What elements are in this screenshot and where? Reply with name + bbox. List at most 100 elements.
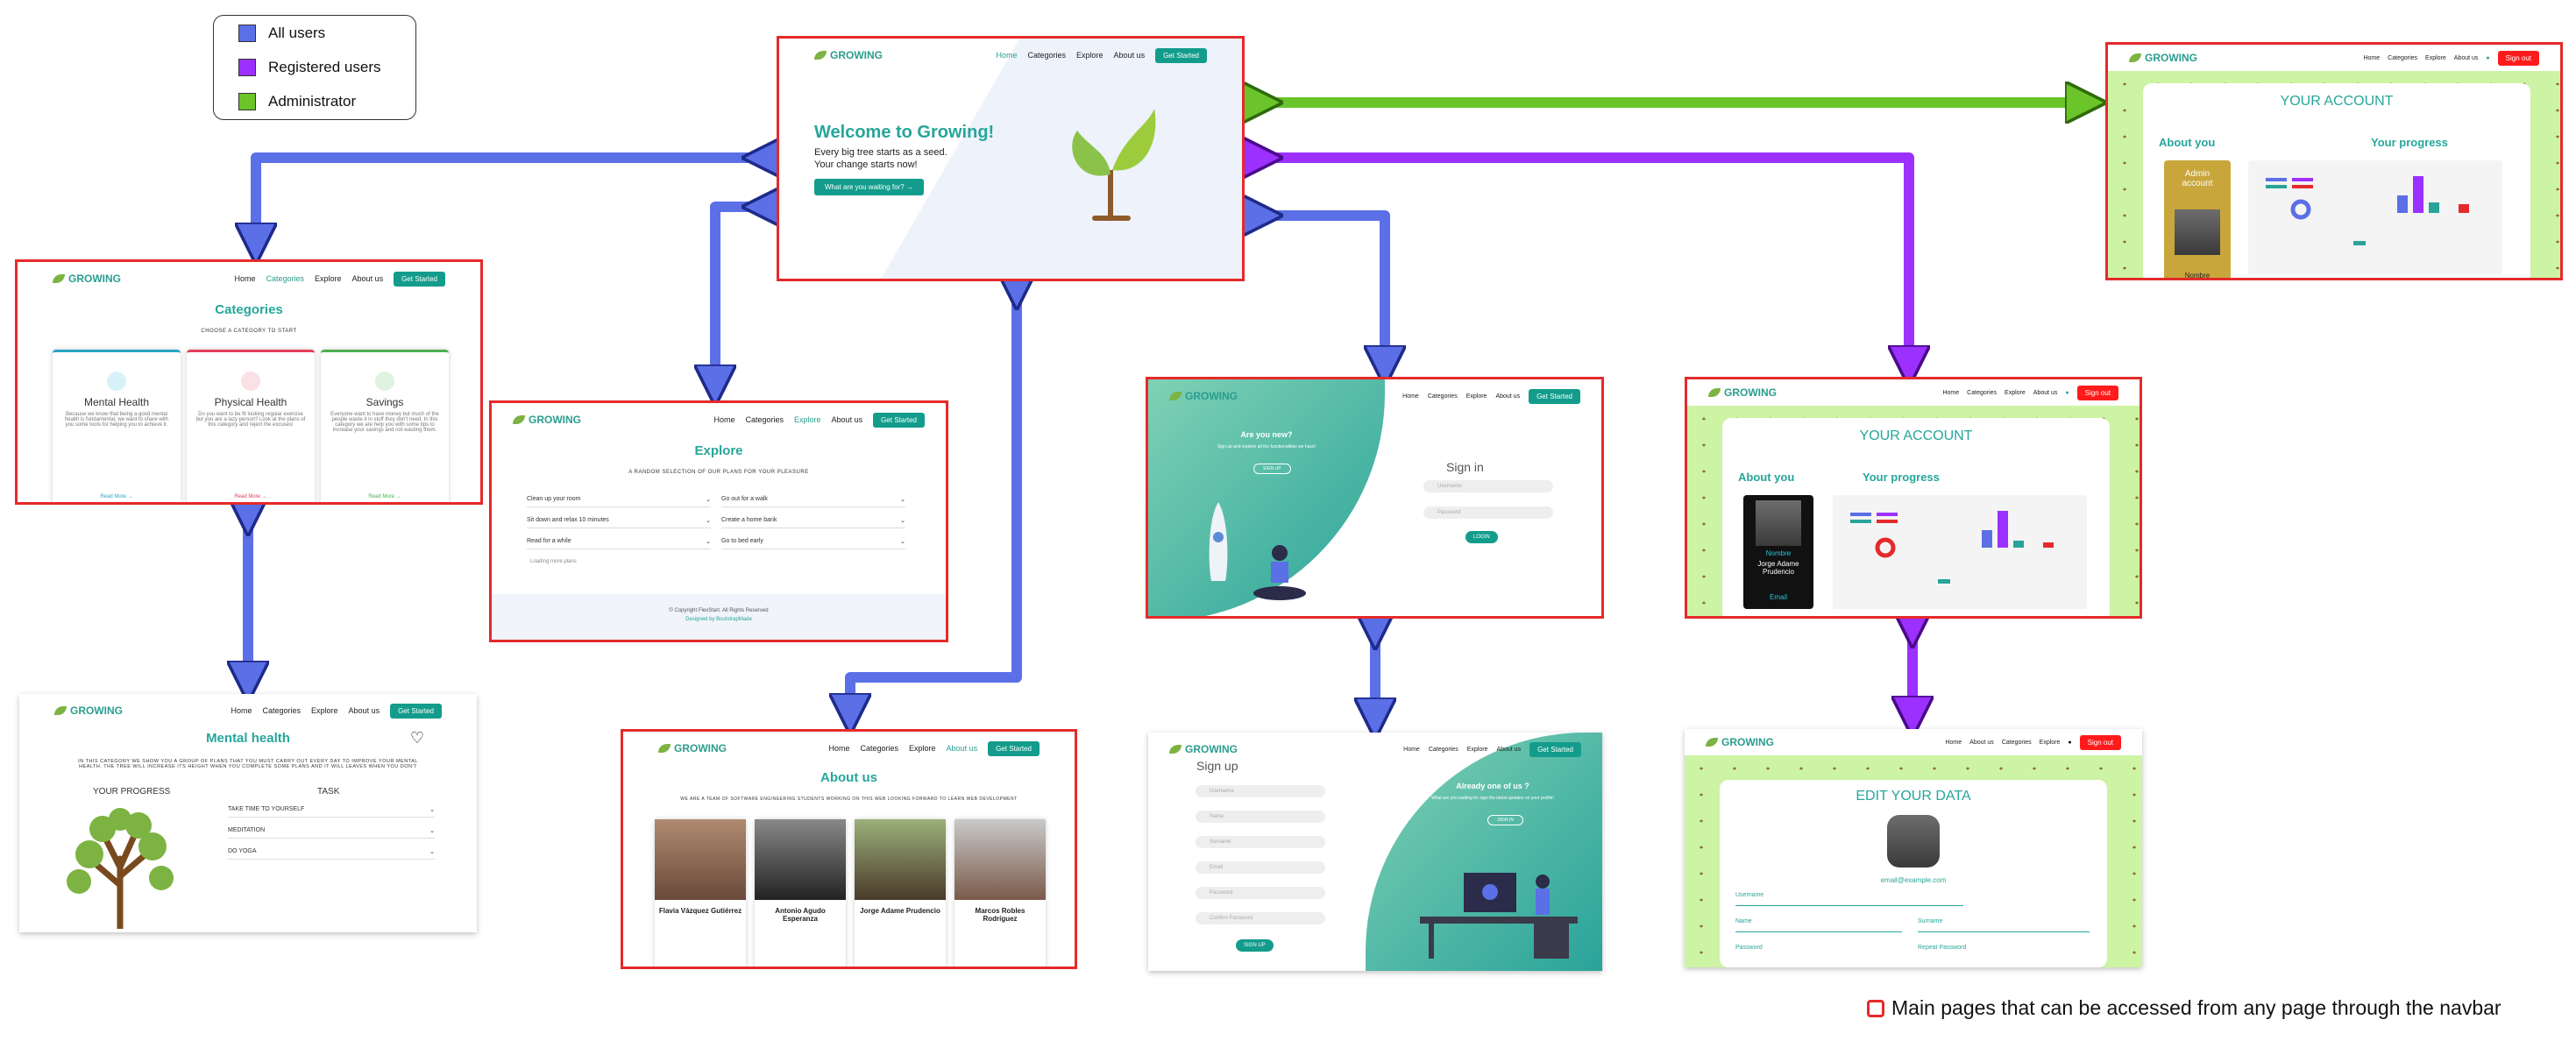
nav-home[interactable]: Home (2363, 55, 2380, 61)
nav-explore[interactable]: Explore (2005, 390, 2026, 396)
nav-categories[interactable]: Categories (1028, 51, 1067, 60)
brand-logo[interactable]: GROWING (1169, 390, 1238, 402)
nav-about[interactable]: About us (832, 415, 863, 424)
brand-logo[interactable]: GROWING (513, 414, 581, 426)
nav-categories[interactable]: Categories (263, 706, 302, 715)
nav-about[interactable]: About us (2454, 55, 2479, 61)
nav-home[interactable]: Home (713, 415, 734, 424)
brand-logo[interactable]: GROWING (1706, 736, 1774, 748)
nav-home[interactable]: Home (996, 51, 1017, 60)
plan-item[interactable]: Sit down and relax 10 minutes ⌄ (527, 517, 711, 528)
team-member-card: Flavia Vázquez Gutiérrez (655, 819, 746, 967)
nav-about[interactable]: About us (1495, 393, 1520, 400)
sign-out-button[interactable]: Sign out (2079, 734, 2121, 750)
nav-explore[interactable]: Explore (1466, 393, 1487, 400)
read-more-link[interactable]: Read More → (53, 494, 181, 499)
plan-item[interactable]: Read for a while ⌄ (527, 538, 711, 549)
nav-explore[interactable]: Explore (311, 706, 338, 715)
nav-explore[interactable]: Explore (794, 415, 821, 424)
nav-explore[interactable]: Explore (909, 744, 936, 753)
nav-explore[interactable]: Explore (315, 274, 342, 283)
get-started-button[interactable]: Get Started (873, 412, 925, 428)
nav-home[interactable]: Home (234, 274, 255, 283)
get-started-button[interactable]: Get Started (394, 271, 445, 287)
nav-categories[interactable]: Categories (2388, 55, 2417, 61)
nav-home[interactable]: Home (1402, 393, 1419, 400)
task-item[interactable]: DO YOGA ⌄ (228, 848, 435, 860)
get-started-button[interactable]: Get Started (988, 740, 1040, 756)
nav-explore[interactable]: Explore (2040, 740, 2061, 746)
read-more-link[interactable]: Read More → (321, 494, 449, 499)
plan-item[interactable]: Clean up your room ⌄ (527, 496, 711, 507)
nav-explore[interactable]: Explore (2425, 55, 2446, 61)
heart-icon[interactable]: ♡ (410, 729, 424, 747)
sign-out-button[interactable]: Sign out (2076, 385, 2118, 400)
nav-categories[interactable]: Categories (1428, 393, 1458, 400)
user-icon[interactable]: ● (2065, 390, 2069, 396)
username-input[interactable]: Username (1196, 785, 1325, 797)
nav-categories[interactable]: Categories (2002, 740, 2032, 746)
user-icon[interactable]: ● (2068, 740, 2071, 746)
password-input[interactable]: Password (1196, 887, 1325, 899)
name-field[interactable]: Name (1735, 918, 1902, 932)
surname-field[interactable]: Surname (1918, 918, 2090, 932)
avatar[interactable] (1887, 815, 1940, 867)
brand-logo[interactable]: GROWING (54, 705, 123, 717)
plan-item[interactable]: Go to bed early ⌄ (721, 538, 905, 549)
email-input[interactable]: Email (1196, 861, 1325, 874)
brand-logo[interactable]: GROWING (53, 273, 121, 285)
signup-button[interactable]: SIGN UP (1253, 464, 1291, 474)
signin-button[interactable]: SIGN IN (1487, 815, 1523, 825)
nav-home[interactable]: Home (828, 744, 849, 753)
password-input[interactable]: Password (1423, 506, 1553, 519)
nav-categories[interactable]: Categories (1429, 747, 1458, 753)
nav-explore[interactable]: Explore (1076, 51, 1103, 60)
get-started-button[interactable]: Get Started (1529, 741, 1581, 757)
confirm-password-input[interactable]: Confirm Password (1196, 912, 1325, 924)
login-button[interactable]: LOGIN (1465, 531, 1498, 543)
get-started-button[interactable]: Get Started (1529, 388, 1580, 404)
nav-about[interactable]: About us (1114, 51, 1146, 60)
signup-submit-button[interactable]: SIGN UP (1236, 939, 1274, 952)
nav-home[interactable]: Home (231, 706, 252, 715)
mental-title: Mental health (206, 731, 290, 746)
get-started-button[interactable]: Get Started (1155, 47, 1207, 63)
nav-explore[interactable]: Explore (1467, 747, 1488, 753)
nav-home[interactable]: Home (1942, 390, 1959, 396)
nav-categories[interactable]: Categories (266, 274, 305, 283)
nav-categories[interactable]: Categories (746, 415, 784, 424)
nav-categories[interactable]: Categories (1967, 390, 1997, 396)
sign-out-button[interactable]: Sign out (2497, 50, 2539, 66)
nav-about[interactable]: About us (947, 744, 978, 753)
repeat-password-field[interactable]: Repeat Password (1918, 945, 2090, 951)
nav-about[interactable]: About us (1496, 747, 1521, 753)
category-card-mental[interactable]: Mental Health Because we know that being… (53, 350, 181, 502)
nav-home[interactable]: Home (1945, 740, 1962, 746)
home-cta-button[interactable]: What are you waiting for? → (814, 179, 924, 195)
category-card-savings[interactable]: Savings Everyone want to have money but … (321, 350, 449, 502)
task-item[interactable]: MEDITATION ⌄ (228, 827, 435, 839)
plan-item[interactable]: Create a home bank ⌄ (721, 517, 905, 528)
nav-about[interactable]: About us (2033, 390, 2058, 396)
category-card-physical[interactable]: Physical Health Do you want to be fit lo… (187, 350, 315, 502)
brand-logo[interactable]: GROWING (658, 742, 727, 754)
user-icon[interactable]: ● (2486, 55, 2489, 61)
nav-about[interactable]: About us (349, 706, 380, 715)
task-item[interactable]: TAKE TIME TO YOURSELF ⌄ (228, 806, 435, 818)
password-field[interactable]: Password (1735, 945, 1902, 951)
surname-input[interactable]: Surname (1196, 836, 1325, 848)
nav-about[interactable]: About us (352, 274, 384, 283)
username-input[interactable]: Username (1423, 480, 1553, 492)
brand-logo[interactable]: GROWING (814, 49, 883, 61)
username-field[interactable]: Username (1735, 892, 1963, 906)
nav-home[interactable]: Home (1403, 747, 1420, 753)
read-more-link[interactable]: Read More → (187, 494, 315, 499)
brand-logo[interactable]: GROWING (2129, 52, 2197, 64)
nav-about[interactable]: About us (1969, 740, 1994, 746)
brand-logo[interactable]: GROWING (1708, 386, 1777, 399)
get-started-button[interactable]: Get Started (390, 703, 442, 719)
nav-categories[interactable]: Categories (861, 744, 899, 753)
plan-item[interactable]: Go out for a walk ⌄ (721, 496, 905, 507)
name-input[interactable]: Name (1196, 811, 1325, 823)
brand-logo[interactable]: GROWING (1169, 743, 1238, 755)
